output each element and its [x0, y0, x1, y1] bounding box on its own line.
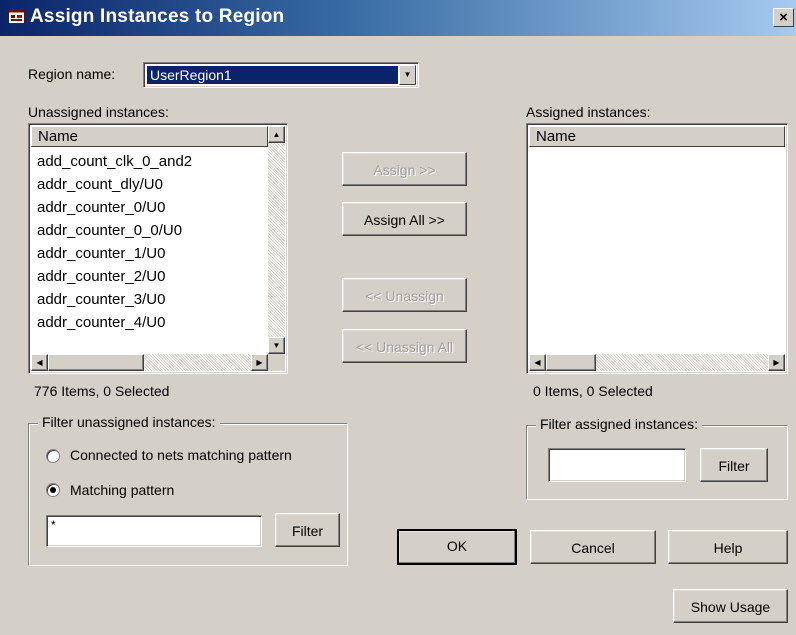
radio-matching-pattern[interactable] — [46, 483, 60, 497]
unassigned-column-header[interactable]: Name — [31, 126, 268, 147]
scroll-up-icon[interactable]: ▲ — [268, 126, 285, 143]
unassigned-label: Unassigned instances: — [28, 104, 169, 120]
scroll-corner — [268, 354, 285, 371]
ok-button[interactable]: OK — [397, 529, 517, 565]
assigned-pattern-input[interactable] — [548, 448, 686, 482]
assigned-filter-button-label: Filter — [718, 458, 750, 474]
close-icon: × — [779, 9, 788, 26]
unassigned-hscrollbar[interactable]: ◀ ▶ — [31, 354, 268, 371]
scroll-thumb[interactable] — [546, 354, 596, 371]
list-item[interactable]: addr_count_dly/U0 — [37, 173, 192, 196]
cancel-button-label: Cancel — [571, 540, 615, 556]
radio-selected-dot — [50, 487, 56, 493]
list-item[interactable]: addr_counter_0_0/U0 — [37, 219, 192, 242]
scroll-right-icon[interactable]: ▶ — [768, 354, 785, 371]
title-bar[interactable]: Assign Instances to Region × — [0, 0, 796, 36]
region-name-combobox[interactable]: UserRegion1 ▼ — [143, 62, 419, 88]
scroll-thumb[interactable] — [48, 354, 144, 371]
radio-nets-pattern-label[interactable]: Connected to nets matching pattern — [70, 447, 292, 463]
filter-unassigned-legend: Filter unassigned instances: — [38, 414, 220, 430]
list-item[interactable]: addr_counter_3/U0 — [37, 288, 192, 311]
window-title: Assign Instances to Region — [30, 6, 285, 27]
assigned-status: 0 Items, 0 Selected — [533, 383, 653, 399]
assign-button[interactable]: Assign >> — [342, 152, 467, 186]
assigned-label: Assigned instances: — [526, 104, 651, 120]
show-usage-button-label: Show Usage — [690, 599, 771, 615]
close-button[interactable]: × — [773, 8, 794, 27]
region-name-value: UserRegion1 — [147, 66, 398, 84]
list-item[interactable]: add_count_clk_0_and2 — [37, 150, 192, 173]
list-item[interactable]: addr_counter_1/U0 — [37, 242, 192, 265]
chevron-down-icon[interactable]: ▼ — [399, 65, 416, 85]
list-item[interactable]: addr_counter_2/U0 — [37, 265, 192, 288]
unassign-all-button[interactable]: << Unassign All — [342, 329, 467, 363]
assigned-filter-button[interactable]: Filter — [700, 448, 768, 482]
scroll-left-icon[interactable]: ◀ — [529, 354, 546, 371]
cancel-button[interactable]: Cancel — [530, 530, 656, 564]
unassigned-pattern-input[interactable]: * — [46, 515, 262, 547]
assigned-column-header[interactable]: Name — [529, 126, 785, 147]
assigned-list[interactable]: Name ◀ ▶ — [526, 123, 788, 374]
unassigned-filter-button[interactable]: Filter — [275, 513, 340, 547]
scroll-down-icon[interactable]: ▼ — [268, 337, 285, 354]
assign-button-label: Assign >> — [373, 162, 436, 178]
region-icon — [8, 9, 25, 24]
scroll-left-icon[interactable]: ◀ — [31, 354, 48, 371]
unassign-all-button-label: << Unassign All — [355, 339, 454, 355]
help-button-label: Help — [713, 540, 743, 556]
unassigned-rows: add_count_clk_0_and2 addr_count_dly/U0 add… — [37, 150, 192, 334]
radio-matching-pattern-label[interactable]: Matching pattern — [70, 482, 174, 498]
unassigned-list[interactable]: Name add_count_clk_0_and2 addr_count_dly/… — [28, 123, 288, 374]
region-name-label: Region name: — [28, 66, 116, 82]
scroll-right-icon[interactable]: ▶ — [251, 354, 268, 371]
filter-assigned-legend: Filter assigned instances: — [536, 416, 702, 432]
assigned-hscrollbar[interactable]: ◀ ▶ — [529, 354, 785, 371]
list-item[interactable]: addr_counter_0/U0 — [37, 196, 192, 219]
unassigned-filter-button-label: Filter — [291, 523, 324, 539]
unassign-button[interactable]: << Unassign — [342, 278, 467, 312]
assign-all-button[interactable]: Assign All >> — [342, 202, 467, 236]
show-usage-button[interactable]: Show Usage — [673, 589, 788, 623]
list-item[interactable]: addr_counter_4/U0 — [37, 311, 192, 334]
unassigned-status: 776 Items, 0 Selected — [34, 383, 170, 399]
ok-button-label: OK — [446, 538, 468, 554]
help-button[interactable]: Help — [668, 530, 788, 564]
radio-nets-pattern[interactable] — [46, 449, 60, 463]
assign-all-button-label: Assign All >> — [364, 212, 445, 228]
unassigned-vscrollbar[interactable]: ▲ ▼ — [268, 126, 285, 354]
unassign-button-label: << Unassign — [365, 288, 444, 304]
